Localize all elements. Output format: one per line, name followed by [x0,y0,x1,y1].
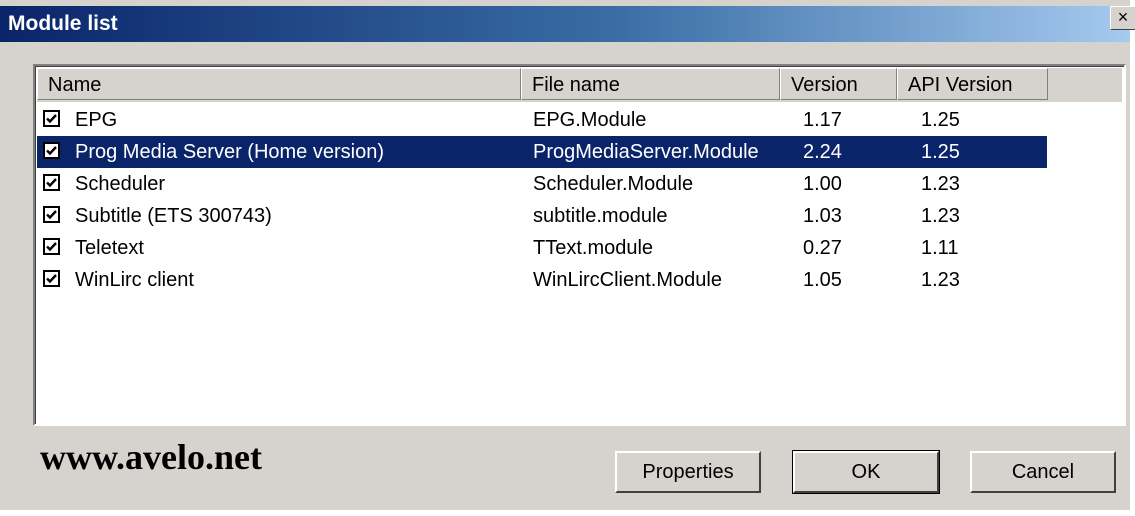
watermark-url: www.avelo.net [40,437,262,477]
cell-version: 0.27 [803,237,842,259]
column-header-name[interactable]: Name [37,68,521,100]
checkbox[interactable] [43,270,60,287]
cell-file: ProgMediaServer.Module [533,141,759,163]
table-row[interactable]: Prog Media Server (Home version) ProgMedi… [37,136,1047,168]
table-row[interactable]: Scheduler Scheduler.Module 1.00 1.23 [37,168,1047,200]
checkbox[interactable] [43,142,60,159]
properties-button[interactable]: Properties [615,451,761,493]
table-row[interactable]: Teletext TText.module 0.27 1.11 [37,232,1047,264]
ok-button[interactable]: OK [792,450,940,494]
cell-version: 1.05 [803,269,842,291]
title-bar[interactable]: Module list [0,6,1130,42]
table-row[interactable]: WinLirc client WinLircClient.Module 1.05 1.… [37,264,1047,296]
module-list-dialog: Module list × Name File name Version API… [0,0,1135,510]
cell-name: EPG [75,109,118,131]
checkbox[interactable] [43,206,60,223]
cell-api: 1.25 [921,141,960,163]
checkbox[interactable] [43,174,60,191]
cell-api: 1.25 [921,109,960,131]
checkbox[interactable] [43,238,60,255]
close-icon[interactable]: × [1110,6,1135,30]
checkmark-icon [46,114,57,124]
cell-file: subtitle.module [533,205,668,227]
checkmark-icon [46,274,57,284]
checkmark-icon [46,146,57,156]
cell-file: TText.module [533,237,654,259]
cell-version: 1.00 [803,173,842,195]
module-list-view[interactable]: Name File name Version API Version EPG EP… [33,64,1126,426]
cell-api: 1.23 [921,205,960,227]
cell-name: Teletext [75,237,144,259]
cell-api: 1.23 [921,173,960,195]
checkmark-icon [46,210,57,220]
cell-file: Scheduler.Module [533,173,694,195]
column-header-file-name[interactable]: File name [521,68,780,100]
column-header-version[interactable]: Version [780,68,897,100]
cell-file: EPG.Module [533,109,647,131]
cell-name: WinLirc client [75,269,194,291]
cell-name: Prog Media Server (Home version) [75,141,384,163]
cell-version: 2.24 [803,141,842,163]
table-row[interactable]: EPG EPG.Module 1.17 1.25 [37,104,1047,136]
cancel-button[interactable]: Cancel [970,451,1116,493]
cell-file: WinLircClient.Module [533,269,722,291]
column-header-api-version[interactable]: API Version [897,68,1048,100]
table-row[interactable]: Subtitle (ETS 300743) subtitle.module 1.03… [37,200,1047,232]
cell-name: Subtitle (ETS 300743) [75,205,272,227]
window-title: Module list [8,12,118,35]
checkbox[interactable] [43,110,60,127]
cell-name: Scheduler [75,173,166,195]
cell-api: 1.11 [921,237,959,259]
checkmark-icon [46,242,57,252]
list-header: Name File name Version API Version [37,68,1122,102]
cell-version: 1.17 [803,109,842,131]
cell-api: 1.23 [921,269,960,291]
cell-version: 1.03 [803,205,842,227]
checkmark-icon [46,178,57,188]
